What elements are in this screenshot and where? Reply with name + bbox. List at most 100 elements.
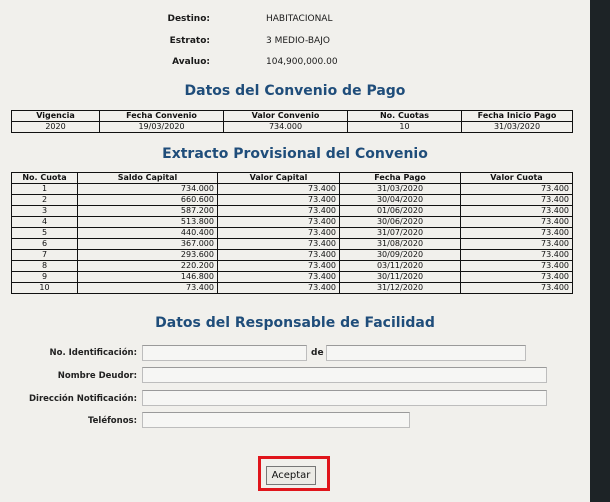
avaluo-label: Avaluo: <box>172 57 210 67</box>
cell: 73.400 <box>217 194 340 206</box>
cell: 73.400 <box>460 282 573 294</box>
cell: 73.400 <box>460 260 573 272</box>
cell: 7 <box>11 249 78 261</box>
col-fecha-convenio: Fecha Convenio <box>99 110 224 122</box>
cell: 73.400 <box>460 227 573 239</box>
id-de-input[interactable] <box>326 345 526 361</box>
telefonos-label: Teléfonos: <box>88 416 137 426</box>
cell: 2 <box>11 194 78 206</box>
col-fecha-pago: Fecha Pago <box>339 172 461 184</box>
cell: 6 <box>11 238 78 250</box>
convenio-title: Datos del Convenio de Pago <box>184 83 406 99</box>
cell: 8 <box>11 260 78 272</box>
cell: 73.400 <box>217 282 340 294</box>
cell: 367.000 <box>77 238 218 250</box>
cell: 73.400 <box>217 183 340 195</box>
cell: 73.400 <box>217 227 340 239</box>
cell: 3 <box>11 205 78 217</box>
telefonos-input[interactable] <box>142 412 410 428</box>
cell: 2020 <box>11 121 100 133</box>
cell: 19/03/2020 <box>99 121 224 133</box>
id-input[interactable] <box>142 345 307 361</box>
cell: 73.400 <box>460 249 573 261</box>
extracto-row: 9 146.800 73.400 30/11/2020 73.400 <box>11 271 573 283</box>
col-valor-capital: Valor Capital <box>217 172 340 184</box>
cell: 146.800 <box>77 271 218 283</box>
aceptar-button[interactable]: Aceptar <box>266 466 316 485</box>
extracto-title: Extracto Provisional del Convenio <box>162 146 428 162</box>
extracto-row: 10 73.400 73.400 31/12/2020 73.400 <box>11 282 573 294</box>
cell: 30/06/2020 <box>339 216 461 228</box>
estrato-label: Estrato: <box>169 36 210 46</box>
de-label: de <box>311 348 324 358</box>
deudor-label: Nombre Deudor: <box>57 371 137 381</box>
id-label: No. Identificación: <box>49 348 138 358</box>
extracto-header-row: No. Cuota Saldo Capital Valor Capital Fe… <box>11 172 573 184</box>
cell: 9 <box>11 271 78 283</box>
cell: 73.400 <box>460 216 573 228</box>
cell: 73.400 <box>217 249 340 261</box>
extracto-row: 3 587.200 73.400 01/06/2020 73.400 <box>11 205 573 217</box>
extracto-row: 6 367.000 73.400 31/08/2020 73.400 <box>11 238 573 250</box>
cell: 4 <box>11 216 78 228</box>
extracto-row: 8 220.200 73.400 03/11/2020 73.400 <box>11 260 573 272</box>
col-valor-cuota: Valor Cuota <box>460 172 573 184</box>
cell: 587.200 <box>77 205 218 217</box>
direccion-label: Dirección Notificación: <box>28 394 137 404</box>
cell: 73.400 <box>217 205 340 217</box>
cell: 03/11/2020 <box>339 260 461 272</box>
col-valor-convenio: Valor Convenio <box>223 110 348 122</box>
deudor-input[interactable] <box>142 367 547 383</box>
cell: 5 <box>11 227 78 239</box>
extracto-table: No. Cuota Saldo Capital Valor Capital Fe… <box>11 172 573 294</box>
cell: 31/08/2020 <box>339 238 461 250</box>
cell: 734.000 <box>223 121 348 133</box>
cell: 73.400 <box>217 216 340 228</box>
cell: 30/09/2020 <box>339 249 461 261</box>
destino-label: Destino: <box>167 14 210 24</box>
cell: 31/07/2020 <box>339 227 461 239</box>
cell: 440.400 <box>77 227 218 239</box>
cell: 73.400 <box>460 194 573 206</box>
cell: 734.000 <box>77 183 218 195</box>
cell: 73.400 <box>217 238 340 250</box>
cell: 73.400 <box>460 205 573 217</box>
extracto-row: 2 660.600 73.400 30/04/2020 73.400 <box>11 194 573 206</box>
page-background: Destino: HABITACIONAL Estrato: 3 MEDIO-B… <box>0 0 590 502</box>
extracto-row: 4 513.800 73.400 30/06/2020 73.400 <box>11 216 573 228</box>
cell: 660.600 <box>77 194 218 206</box>
cell: 10 <box>347 121 462 133</box>
cell: 73.400 <box>460 238 573 250</box>
cell: 73.400 <box>460 183 573 195</box>
cell: 73.400 <box>460 271 573 283</box>
convenio-table: Vigencia Fecha Convenio Valor Convenio N… <box>11 110 573 133</box>
col-fecha-inicio: Fecha Inicio Pago <box>461 110 573 122</box>
cell: 73.400 <box>217 260 340 272</box>
avaluo-value: 104,900,000.00 <box>266 57 338 67</box>
convenio-header-row: Vigencia Fecha Convenio Valor Convenio N… <box>11 110 573 122</box>
extracto-row: 1 734.000 73.400 31/03/2020 73.400 <box>11 183 573 195</box>
cell: 293.600 <box>77 249 218 261</box>
col-saldo-capital: Saldo Capital <box>77 172 218 184</box>
destino-value: HABITACIONAL <box>266 14 333 24</box>
col-no-cuotas: No. Cuotas <box>347 110 462 122</box>
cell: 31/03/2020 <box>339 183 461 195</box>
cell: 30/04/2020 <box>339 194 461 206</box>
cell: 31/12/2020 <box>339 282 461 294</box>
cell: 31/03/2020 <box>461 121 573 133</box>
responsable-title: Datos del Responsable de Facilidad <box>155 315 435 331</box>
col-vigencia: Vigencia <box>11 110 100 122</box>
cell: 220.200 <box>77 260 218 272</box>
cell: 513.800 <box>77 216 218 228</box>
cell: 73.400 <box>217 271 340 283</box>
cell: 30/11/2020 <box>339 271 461 283</box>
convenio-row: 2020 19/03/2020 734.000 10 31/03/2020 <box>11 121 573 133</box>
extracto-row: 5 440.400 73.400 31/07/2020 73.400 <box>11 227 573 239</box>
cell: 10 <box>11 282 78 294</box>
cell: 73.400 <box>77 282 218 294</box>
estrato-value: 3 MEDIO-BAJO <box>266 36 330 46</box>
cell: 1 <box>11 183 78 195</box>
right-dark-edge <box>590 0 610 502</box>
col-no-cuota: No. Cuota <box>11 172 78 184</box>
direccion-input[interactable] <box>142 390 547 406</box>
